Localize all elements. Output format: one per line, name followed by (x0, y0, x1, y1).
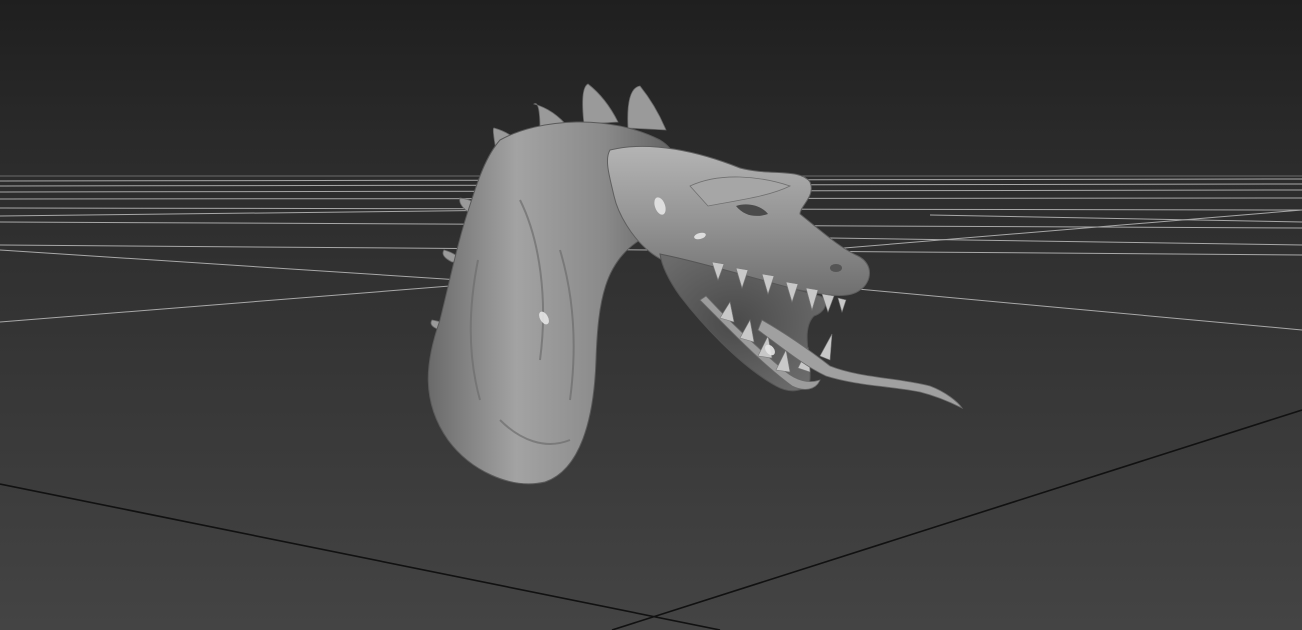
axis-y-line (611, 409, 1302, 630)
grid-line (829, 237, 1302, 246)
axis-x-line (0, 483, 721, 630)
grid-line (0, 249, 461, 281)
grid-line (929, 214, 1302, 223)
grid-line (0, 281, 501, 323)
3d-viewport[interactable] (0, 0, 1302, 630)
nostril (830, 264, 842, 272)
grid-line (0, 209, 521, 217)
world-axes (0, 409, 1302, 630)
dragon-model[interactable] (427, 83, 964, 485)
viewport-canvas[interactable] (0, 0, 1302, 630)
